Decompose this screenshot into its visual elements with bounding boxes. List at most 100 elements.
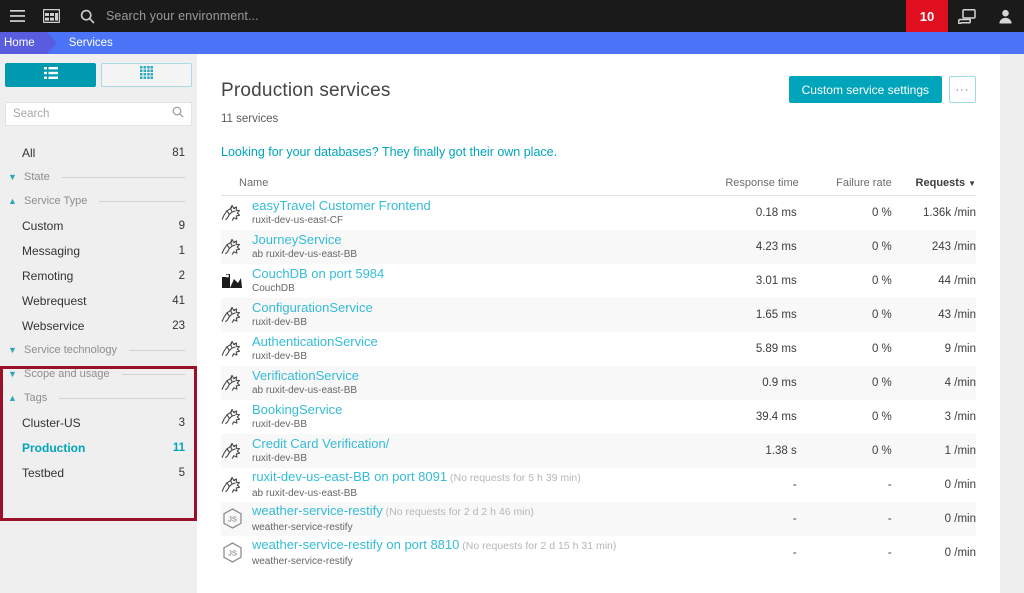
facet-item-testbed[interactable]: Testbed 5 [0,460,197,485]
failure-rate-cell: - [887,512,892,525]
response-time-cell: - [792,478,797,491]
breadcrumb-services[interactable]: Services [69,37,113,49]
list-view-button[interactable] [5,63,96,87]
failure-rate-cell: 0 % [871,410,892,423]
column-header-requests[interactable]: Requests ▼ [891,177,976,196]
table-row[interactable]: ruxit-dev-us-east-BB on port 8091 (No re… [221,468,976,502]
service-host-label: weather-service-restify [252,522,353,533]
requests-cell: 243 /min [931,240,976,253]
table-row[interactable]: JS weather-service-restify on port 8810 (… [221,536,976,570]
service-host-label: ruxit-dev-BB [252,453,308,464]
service-name-link[interactable]: easyTravel Customer Frontend [252,198,431,213]
table-row[interactable]: easyTravel Customer Frontend ruxit-dev-us… [221,196,976,230]
facet-group-divider [99,200,185,202]
facet-item-messaging[interactable]: Messaging 1 [0,238,197,263]
sort-descending-icon: ▼ [968,179,976,188]
table-row[interactable]: JourneyService ab ruxit-dev-us-east-BB 4.2… [221,229,976,264]
service-name-link[interactable]: weather-service-restify (No requests for… [252,503,534,520]
databases-info-link[interactable]: Looking for your databases? They finally… [221,145,976,159]
response-time-cell: 4.23 ms [755,240,797,253]
service-name-cell: JourneyService ab ruxit-dev-us-east-BB [221,230,691,264]
java-service-icon [221,236,243,258]
column-header-failure-rate[interactable]: Failure rate [798,177,892,196]
top-bar: 10 [0,0,1024,32]
requests-cell: 0 /min [944,478,976,491]
service-name-link[interactable]: AuthenticationService [252,334,378,349]
dashboard-grid-icon[interactable] [34,0,68,32]
facet-item-webservice[interactable]: Webservice 23 [0,313,197,338]
service-name-link[interactable]: CouchDB on port 5984 [252,266,384,281]
requests-cell: 9 /min [944,342,976,355]
column-header-requests-label: Requests [915,177,966,189]
search-icon [68,0,106,32]
service-host-label: ruxit-dev-BB [252,317,308,328]
service-name-cell: ruxit-dev-us-east-BB on port 8091 (No re… [221,468,691,502]
notification-badge[interactable]: 10 [906,0,948,32]
facet-item-count: 9 [178,219,185,232]
failure-rate-cell: 0 % [871,308,892,321]
list-view-icon [43,66,58,84]
service-host-label: ab ruxit-dev-us-east-BB [252,488,358,499]
grid-view-icon [140,66,153,84]
table-row[interactable]: JS weather-service-restify (No requests f… [221,501,976,536]
table-row[interactable]: CouchDB on port 5984 CouchDB 3.01 ms 0 % 44 … [221,264,976,298]
global-search[interactable] [68,0,906,32]
chevron-down-icon: ▼ [8,171,17,182]
service-no-requests-note: (No requests for 2 d 2 h 46 min) [382,506,534,518]
breadcrumb: Home Services [0,32,1024,54]
table-row[interactable]: BookingService ruxit-dev-BB 39.4 ms 0 % 3 /m… [221,400,976,434]
facet-item-count: 41 [172,294,185,307]
service-name-link[interactable]: ConfigurationService [252,300,373,315]
service-name-link[interactable]: VerificationService [252,368,359,383]
column-header-name[interactable]: Name [221,177,691,196]
service-name-link[interactable]: BookingService [252,402,342,417]
sidebar-search[interactable] [5,102,192,126]
table-row[interactable]: VerificationService ab ruxit-dev-us-east-… [221,365,976,400]
service-name-cell: ConfigurationService ruxit-dev-BB [221,298,691,332]
facet-group-service-type[interactable]: ▲ Service Type [0,189,197,213]
facet-item-label: All [22,145,36,160]
response-time-cell: 0.9 ms [762,376,797,389]
sidebar-search-input[interactable] [13,108,172,120]
table-row[interactable]: Credit Card Verification/ruxit-dev-BB 1.3… [221,433,976,468]
service-name-cell: easyTravel Customer Frontend ruxit-dev-us… [221,196,691,230]
user-avatar-icon[interactable] [986,0,1024,32]
java-service-icon [221,202,243,224]
facet-item-webrequest[interactable]: Webrequest 41 [0,288,197,313]
facet-group-state[interactable]: ▼ State [0,165,197,189]
service-name-link[interactable]: JourneyService [252,232,357,247]
custom-service-settings-button[interactable]: Custom service settings [788,76,942,103]
service-name-cell: JS weather-service-restify (No requests f… [221,502,691,536]
facet-item-remoting[interactable]: Remoting 2 [0,263,197,288]
service-name-link[interactable]: ruxit-dev-us-east-BB on port 8091 (No re… [252,469,581,486]
facet-item-production[interactable]: Production 11 [0,435,197,460]
windows-overlap-icon[interactable] [948,0,986,32]
facet-item-all[interactable]: All 81 [0,140,197,165]
search-input[interactable] [106,0,906,32]
grid-view-button[interactable] [101,63,192,87]
facet-item-custom[interactable]: Custom 9 [0,213,197,238]
facet-group-tags[interactable]: ▲ Tags [0,386,197,410]
more-options-button[interactable]: ··· [949,76,976,103]
facet-group-service-technology[interactable]: ▼ Service technology [0,338,197,362]
main-content: Production services 11 services Looking … [197,54,1000,593]
requests-cell: 1.36k /min [922,206,976,219]
table-row[interactable]: ConfigurationService ruxit-dev-BB 1.65 ms 0… [221,297,976,332]
services-table: Name Response time Failure rate Requests… [221,177,976,570]
failure-rate-cell: 0 % [871,274,892,287]
service-name-link[interactable]: Credit Card Verification/ [252,436,389,451]
table-row[interactable]: AuthenticationService ruxit-dev-BB 5.89 ms… [221,332,976,366]
column-header-response-time[interactable]: Response time [690,177,799,196]
facet-group-scope-and-usage[interactable]: ▼ Scope and usage [0,362,197,386]
failure-rate-cell: 0 % [871,206,892,219]
services-table-body: easyTravel Customer Frontend ruxit-dev-us… [221,196,976,570]
svg-text:JS: JS [228,515,237,524]
failure-rate-cell: - [887,478,892,491]
facet-item-cluster-us[interactable]: Cluster-US 3 [0,410,197,435]
service-name-cell: BookingService ruxit-dev-BB [221,400,691,434]
breadcrumb-home[interactable]: Home [0,32,57,54]
hamburger-menu-icon[interactable] [0,0,34,32]
service-name-link[interactable]: weather-service-restify on port 8810 (No… [252,537,616,554]
response-time-cell: 0.18 ms [755,206,797,219]
chevron-up-icon: ▲ [8,195,17,206]
